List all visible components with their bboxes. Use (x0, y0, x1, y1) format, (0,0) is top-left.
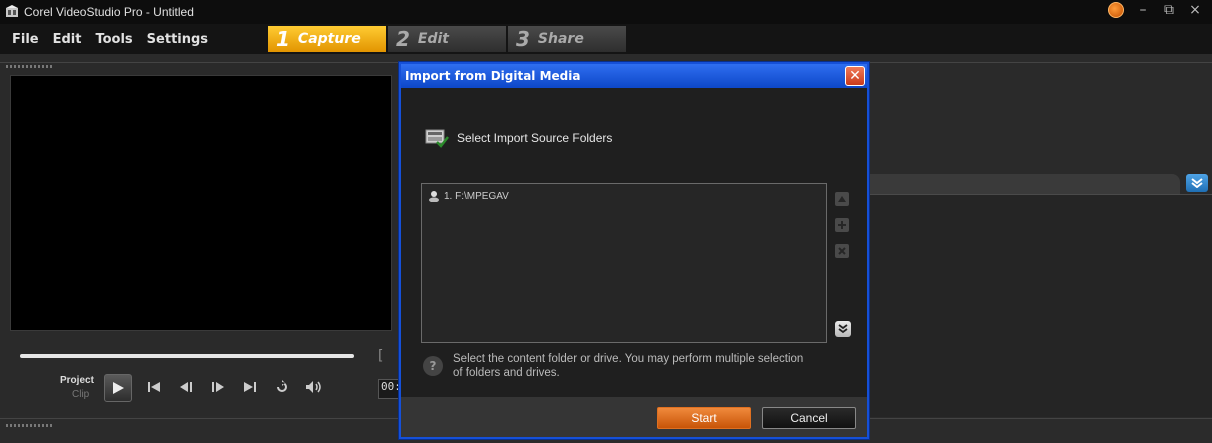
repeat-button[interactable] (273, 379, 291, 395)
scrub-bar[interactable] (20, 354, 354, 358)
player-panel: [ Project Clip 00: (0, 62, 400, 416)
expand-list-button[interactable] (835, 321, 851, 337)
title-bar: Corel VideoStudio Pro - Untitled – ⧉ × (0, 0, 1212, 24)
panel-grip-handle[interactable] (6, 65, 52, 68)
start-button[interactable]: Start (657, 407, 751, 429)
go-to-start-icon (148, 382, 160, 392)
step-label: Share (537, 31, 584, 47)
library-content-area (868, 194, 1212, 417)
step-label: Edit (417, 31, 449, 47)
next-frame-icon (212, 382, 224, 392)
menu-bar: File Edit Tools Settings 1 Capture 2 Edi… (0, 24, 1212, 54)
clip-mode-label[interactable]: Clip (72, 389, 89, 400)
go-to-start-button[interactable] (145, 379, 163, 395)
playback-controls (145, 379, 323, 395)
timecode-display[interactable]: 00: (378, 379, 400, 399)
chevron-double-down-icon (838, 324, 848, 334)
arrow-up-icon (838, 196, 846, 202)
collapse-panel-button[interactable] (1186, 174, 1208, 192)
window-controls: – ⧉ × (1108, 2, 1202, 18)
app-logo-icon (6, 5, 18, 17)
preview-window (10, 75, 392, 331)
step-number: 3 (516, 27, 530, 51)
list-item[interactable]: 1. F:\MPEGAV (428, 190, 509, 202)
play-icon (113, 382, 124, 394)
window-title: Corel VideoStudio Pro - Untitled (24, 5, 194, 19)
add-folder-button[interactable] (835, 218, 849, 232)
help-text: Select the content folder or drive. You … (453, 353, 804, 379)
dialog-title: Import from Digital Media (405, 69, 581, 83)
import-folders-icon (425, 129, 449, 148)
step-number: 1 (276, 27, 290, 51)
menu-edit[interactable]: Edit (53, 32, 82, 47)
step-share[interactable]: 3 Share (508, 26, 626, 52)
menu-settings[interactable]: Settings (147, 32, 208, 47)
drive-icon (429, 191, 439, 202)
import-dialog: Import from Digital Media ✕ Select Impor… (399, 62, 869, 439)
step-number: 2 (396, 27, 410, 51)
source-folders-label: Select Import Source Folders (457, 131, 613, 145)
step-label: Capture (297, 31, 361, 47)
step-capture[interactable]: 1 Capture (268, 26, 386, 52)
help-row: ? Select the content folder or drive. Yo… (423, 352, 813, 380)
project-mode-label[interactable]: Project (60, 375, 94, 386)
question-icon: ? (423, 356, 443, 376)
trim-bracket-icon[interactable]: [ (378, 348, 383, 364)
dialog-body: Select Import Source Folders 1. F:\MPEGA… (401, 88, 867, 397)
library-panel (868, 62, 1212, 417)
close-button[interactable]: × (1188, 2, 1202, 18)
workflow-steps: 1 Capture 2 Edit 3 Share (268, 26, 628, 52)
previous-frame-icon (180, 382, 192, 392)
step-edit[interactable]: 2 Edit (388, 26, 506, 52)
library-tab-strip (868, 174, 1180, 194)
dialog-footer: Start Cancel (401, 397, 867, 437)
plus-icon (838, 221, 846, 229)
folder-list[interactable]: 1. F:\MPEGAV (421, 183, 827, 343)
minimize-button[interactable]: – (1136, 2, 1150, 18)
volume-button[interactable] (305, 379, 323, 395)
timeline-grip-handle[interactable] (6, 424, 52, 427)
app-window: Corel VideoStudio Pro - Untitled – ⧉ × F… (0, 0, 1212, 443)
folder-list-actions (835, 192, 849, 258)
source-folders-header: Select Import Source Folders (425, 128, 612, 148)
menu-file[interactable]: File (12, 32, 39, 47)
go-to-end-icon (244, 382, 256, 392)
cancel-button[interactable]: Cancel (762, 407, 856, 429)
menu-tools[interactable]: Tools (95, 32, 132, 47)
folder-path: 1. F:\MPEGAV (444, 190, 509, 202)
help-orb-icon[interactable] (1108, 2, 1124, 18)
move-up-button[interactable] (835, 192, 849, 206)
volume-icon (306, 381, 321, 393)
previous-frame-button[interactable] (177, 379, 195, 395)
remove-folder-button[interactable] (835, 244, 849, 258)
next-frame-button[interactable] (209, 379, 227, 395)
repeat-icon (277, 380, 287, 392)
go-to-end-button[interactable] (241, 379, 259, 395)
play-button[interactable] (104, 374, 132, 402)
dialog-title-bar: Import from Digital Media (401, 64, 867, 88)
remove-icon (838, 247, 846, 255)
dialog-close-button[interactable]: ✕ (845, 66, 865, 86)
restore-button[interactable]: ⧉ (1162, 2, 1176, 18)
chevron-double-down-icon (1191, 178, 1203, 188)
